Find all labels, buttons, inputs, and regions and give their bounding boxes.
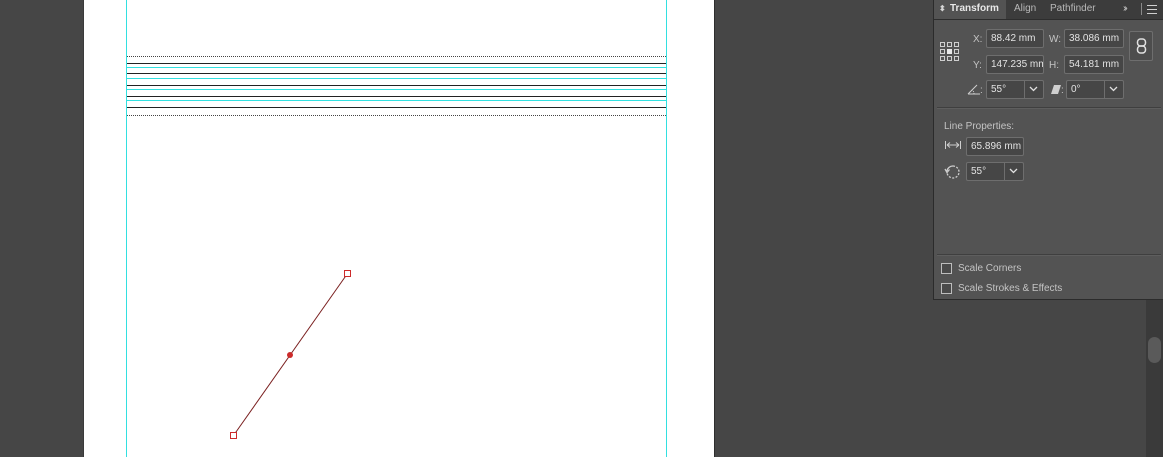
selection-center-point[interactable] <box>287 352 293 358</box>
scale-corners-checkbox[interactable] <box>941 263 952 274</box>
h-label: H: <box>1049 60 1059 71</box>
panel-menu-icon[interactable] <box>1147 5 1157 14</box>
rotate-dropdown-button[interactable] <box>1024 81 1043 98</box>
line-properties-title: Line Properties: <box>944 121 1015 132</box>
scrollbar-thumb[interactable] <box>1148 337 1161 363</box>
h-field[interactable]: 54.181 mm <box>1064 55 1124 74</box>
collapse-arrows-icon[interactable]: ⬍ <box>939 0 946 18</box>
line-length-field[interactable]: 65.896 mm <box>966 137 1024 156</box>
rotate-value: 55° <box>991 84 1007 95</box>
more-tabs-button[interactable]: ›› <box>1123 0 1127 19</box>
vertical-scrollbar[interactable] <box>1146 300 1163 457</box>
chevron-down-icon <box>1009 168 1018 174</box>
selection-anchor-start[interactable] <box>230 432 237 439</box>
scale-strokes-label: Scale Strokes & Effects <box>958 283 1063 294</box>
y-label: Y: <box>973 60 982 71</box>
x-label: X: <box>973 34 983 45</box>
scale-strokes-checkbox[interactable] <box>941 283 952 294</box>
section-divider <box>937 254 1161 256</box>
line-length-icon <box>945 141 961 149</box>
panel-tab-bar: ⬍ Transform Align Pathfinder ›› <box>934 0 1163 20</box>
tab-transform[interactable]: ⬍ Transform <box>934 0 1006 19</box>
line-angle-dropdown-button[interactable] <box>1004 163 1023 180</box>
constrain-proportions-button[interactable] <box>1129 31 1153 61</box>
constrain-proportions-icon <box>1136 38 1147 54</box>
canvas-overlay <box>126 0 667 457</box>
w-field[interactable]: 38.086 mm <box>1064 29 1124 48</box>
chevron-down-icon <box>1029 86 1038 92</box>
section-divider <box>937 107 1161 109</box>
tabbar-divider <box>1141 3 1142 15</box>
line-angle-field[interactable]: 55° <box>966 162 1024 181</box>
line-angle-value: 55° <box>971 166 987 177</box>
tab-transform-label: Transform <box>950 3 999 14</box>
rotate-field[interactable]: 55° <box>986 80 1044 99</box>
shear-label: : <box>1061 85 1064 96</box>
chevron-down-icon <box>1109 86 1118 92</box>
transform-panel: ⬍ Transform Align Pathfinder ›› X: 88.42… <box>933 0 1163 300</box>
shear-dropdown-button[interactable] <box>1104 81 1123 98</box>
shear-field[interactable]: 0° <box>1066 80 1124 99</box>
rotate-label: : <box>980 85 983 96</box>
y-field[interactable]: 147.235 mm <box>986 55 1044 74</box>
tab-pathfinder[interactable]: Pathfinder <box>1050 0 1096 19</box>
tab-align[interactable]: Align <box>1014 0 1036 19</box>
line-rotate-icon <box>944 165 960 179</box>
x-field[interactable]: 88.42 mm <box>986 29 1044 48</box>
w-label: W: <box>1049 34 1062 45</box>
scale-corners-label: Scale Corners <box>958 263 1022 274</box>
shear-value: 0° <box>1071 84 1081 95</box>
selection-anchor-end[interactable] <box>344 270 351 277</box>
rotate-angle-icon <box>967 84 980 95</box>
reference-point-icon[interactable] <box>940 42 960 62</box>
